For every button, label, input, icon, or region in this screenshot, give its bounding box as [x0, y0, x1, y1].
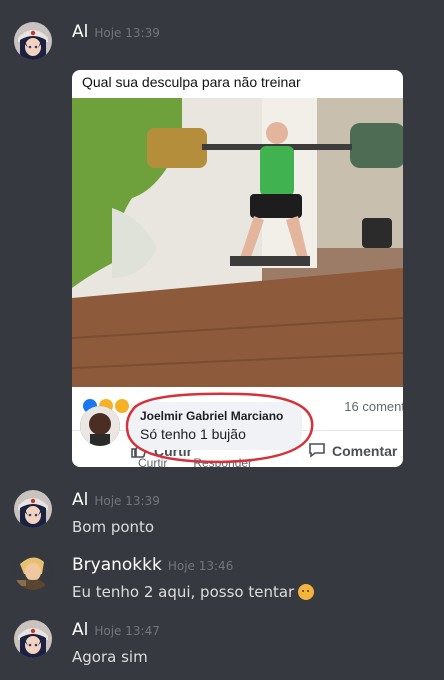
anime-avatar-icon [14, 620, 52, 658]
comment-links: Curtir Responder [138, 456, 278, 467]
username[interactable]: Al [72, 490, 88, 510]
username[interactable]: Al [72, 22, 88, 42]
message-header: Al Hoje 13:47 [72, 620, 160, 640]
gym-photo [72, 98, 403, 387]
comment-text: Só tenho 1 bujão [140, 426, 246, 442]
avatar[interactable] [14, 552, 52, 590]
commenter-photo-icon [80, 406, 120, 446]
avatar[interactable] [14, 22, 52, 60]
message-text: Eu tenho 2 aqui, posso tentar [72, 583, 315, 601]
thinking-emoji-icon [298, 584, 315, 600]
message-header: Bryanokkk Hoje 13:46 [72, 555, 233, 575]
meme-title: Qual sua desculpa para não treinar [82, 74, 301, 90]
timestamp: Hoje 13:39 [94, 494, 160, 508]
message-header: Al Hoje 13:39 [72, 490, 160, 510]
timestamp: Hoje 13:47 [94, 624, 160, 638]
comments-count: 16 coment [344, 399, 403, 414]
timestamp: Hoje 13:39 [94, 26, 160, 40]
wow-reaction-icon [113, 398, 130, 414]
comment-like-link: Curtir [138, 456, 168, 467]
comment-icon [309, 443, 325, 458]
username[interactable]: Bryanokkk [72, 555, 162, 575]
avatar[interactable] [14, 490, 52, 528]
comment-bubble: Joelmir Gabriel Marciano Só tenho 1 bujã… [130, 402, 302, 450]
avatar[interactable] [14, 620, 52, 658]
comment-reply-link: Responder [193, 456, 253, 467]
timestamp: Hoje 13:46 [167, 559, 234, 573]
anime-avatar-icon [14, 490, 52, 528]
username[interactable]: Al [72, 620, 88, 640]
message-text: Agora sim [72, 648, 148, 666]
anime-avatar-icon [14, 22, 52, 60]
commenter-avatar [80, 406, 120, 446]
cartoon-avatar-icon [14, 552, 52, 590]
weightlifter-photo-icon [72, 98, 403, 387]
message-text: Bom ponto [72, 518, 155, 536]
image-attachment[interactable]: Qual sua desculpa para não treinar 16 co… [72, 70, 403, 467]
comment-label: Comentar [332, 443, 398, 459]
message-text-content: Eu tenho 2 aqui, posso tentar [72, 583, 295, 601]
comment-author: Joelmir Gabriel Marciano [140, 409, 284, 423]
message-header: Al Hoje 13:39 [72, 22, 160, 42]
comment-button: Comentar [308, 441, 397, 459]
